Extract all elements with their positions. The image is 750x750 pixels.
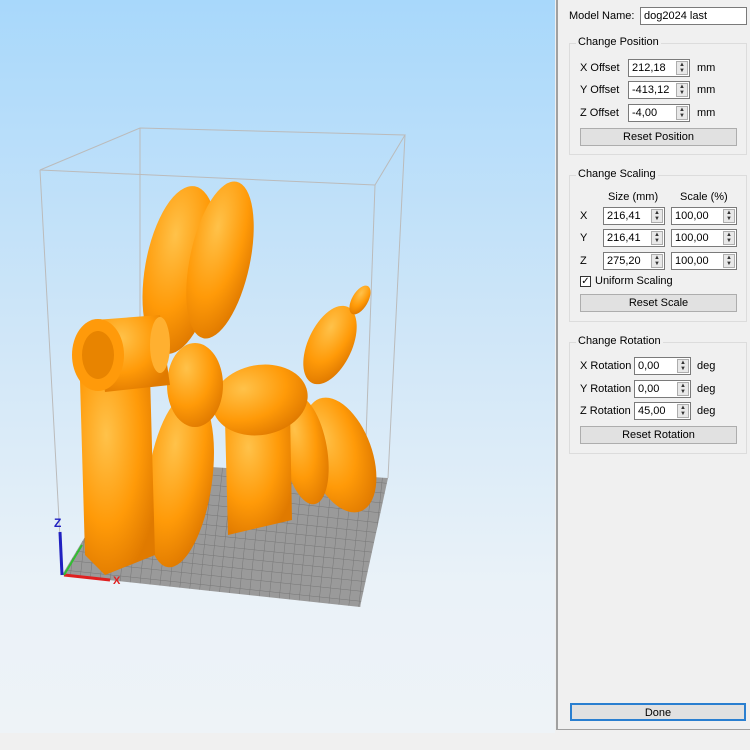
model-name-label: Model Name: xyxy=(569,10,635,22)
size-header: Size (mm) xyxy=(608,191,659,203)
y-scale-input[interactable]: 100,00 ▲ ▼ xyxy=(671,229,737,247)
unit-label: deg xyxy=(697,405,716,417)
axis-label: Z xyxy=(580,255,587,267)
spinner-icon[interactable]: ▲ ▼ xyxy=(676,61,688,75)
value: 100,00 xyxy=(675,232,709,244)
y-offset-label: Y Offset xyxy=(580,84,620,96)
value: 0,00 xyxy=(638,360,660,372)
spinner-icon[interactable]: ▲ ▼ xyxy=(651,209,663,223)
group-title: Change Position xyxy=(576,36,661,48)
spinner-icon[interactable]: ▲ ▼ xyxy=(723,254,735,268)
value: 216,41 xyxy=(607,210,641,222)
unit-label: mm xyxy=(697,62,716,74)
reset-position-button[interactable]: Reset Position xyxy=(580,128,737,146)
value: 100,00 xyxy=(675,210,709,222)
z-axis xyxy=(58,531,64,576)
axis-label: Y xyxy=(580,232,588,244)
x-offset-value: 212,18 xyxy=(632,62,666,74)
status-bar xyxy=(0,733,750,750)
scale-header: Scale (%) xyxy=(680,191,728,203)
x-size-input[interactable]: 216,41 ▲ ▼ xyxy=(603,207,665,225)
change-rotation-group: Change Rotation X Rotation 0,00 ▲ ▼ deg Y … xyxy=(569,335,747,454)
reset-rotation-button[interactable]: Reset Rotation xyxy=(580,426,737,444)
done-button[interactable]: Done xyxy=(570,703,746,721)
z-size-input[interactable]: 275,20 ▲ ▼ xyxy=(603,252,665,270)
unit-label: mm xyxy=(697,107,716,119)
z-axis-label: Z xyxy=(54,516,61,530)
y-offset-input[interactable]: -413,12 ▲ ▼ xyxy=(628,81,690,99)
spinner-icon[interactable]: ▲ ▼ xyxy=(651,254,663,268)
z-offset-value: -4,00 xyxy=(632,107,658,119)
y-rotation-label: Y Rotation xyxy=(580,383,632,395)
spinner-icon[interactable]: ▲ ▼ xyxy=(723,209,735,223)
value: 216,41 xyxy=(607,232,641,244)
model-name-input[interactable]: dog2024 last xyxy=(640,7,747,25)
spinner-icon[interactable]: ▲ ▼ xyxy=(677,404,689,418)
uniform-scaling-label: Uniform Scaling xyxy=(595,275,673,287)
x-offset-input[interactable]: 212,18 ▲ ▼ xyxy=(628,59,690,77)
y-offset-value: -413,12 xyxy=(632,84,670,96)
unit-label: deg xyxy=(697,360,716,372)
y-size-input[interactable]: 216,41 ▲ ▼ xyxy=(603,229,665,247)
x-offset-label: X Offset xyxy=(580,62,620,74)
value: 0,00 xyxy=(638,383,660,395)
spinner-icon[interactable]: ▲ ▼ xyxy=(676,106,688,120)
x-axis-label: X xyxy=(113,575,121,587)
z-rotation-label: Z Rotation xyxy=(580,405,631,417)
z-offset-label: Z Offset xyxy=(580,107,619,119)
spinner-icon[interactable]: ▲ ▼ xyxy=(723,231,735,245)
x-scale-input[interactable]: 100,00 ▲ ▼ xyxy=(671,207,737,225)
uniform-scaling-checkbox[interactable]: ✓ xyxy=(580,276,591,287)
value: 100,00 xyxy=(675,255,709,267)
reset-scale-button[interactable]: Reset Scale xyxy=(580,294,737,312)
z-scale-input[interactable]: 100,00 ▲ ▼ xyxy=(671,252,737,270)
unit-label: mm xyxy=(697,84,716,96)
scene: X Z xyxy=(39,127,406,608)
spinner-icon[interactable]: ▲ ▼ xyxy=(651,231,663,245)
group-title: Change Scaling xyxy=(576,168,658,180)
3d-viewport[interactable]: X Z xyxy=(0,0,555,733)
change-position-group: Change Position X Offset 212,18 ▲ ▼ mm Y O… xyxy=(569,36,747,155)
spinner-icon[interactable]: ▲ ▼ xyxy=(677,359,689,373)
change-scaling-group: Change Scaling Size (mm) Scale (%) X 216… xyxy=(569,168,747,322)
unit-label: deg xyxy=(697,383,716,395)
group-title: Change Rotation xyxy=(576,335,663,347)
spinner-icon[interactable]: ▲ ▼ xyxy=(677,382,689,396)
value: 275,20 xyxy=(607,255,641,267)
spinner-icon[interactable]: ▲ ▼ xyxy=(676,83,688,97)
value: 45,00 xyxy=(638,405,666,417)
model-properties-panel: Model Name: dog2024 last Change Position… xyxy=(556,0,750,730)
z-offset-input[interactable]: -4,00 ▲ ▼ xyxy=(628,104,690,122)
axis-label: X xyxy=(580,210,588,222)
z-rotation-input[interactable]: 45,00 ▲ ▼ xyxy=(634,402,691,420)
x-rotation-label: X Rotation xyxy=(580,360,632,372)
y-rotation-input[interactable]: 0,00 ▲ ▼ xyxy=(634,380,691,398)
x-rotation-input[interactable]: 0,00 ▲ ▼ xyxy=(634,357,691,375)
